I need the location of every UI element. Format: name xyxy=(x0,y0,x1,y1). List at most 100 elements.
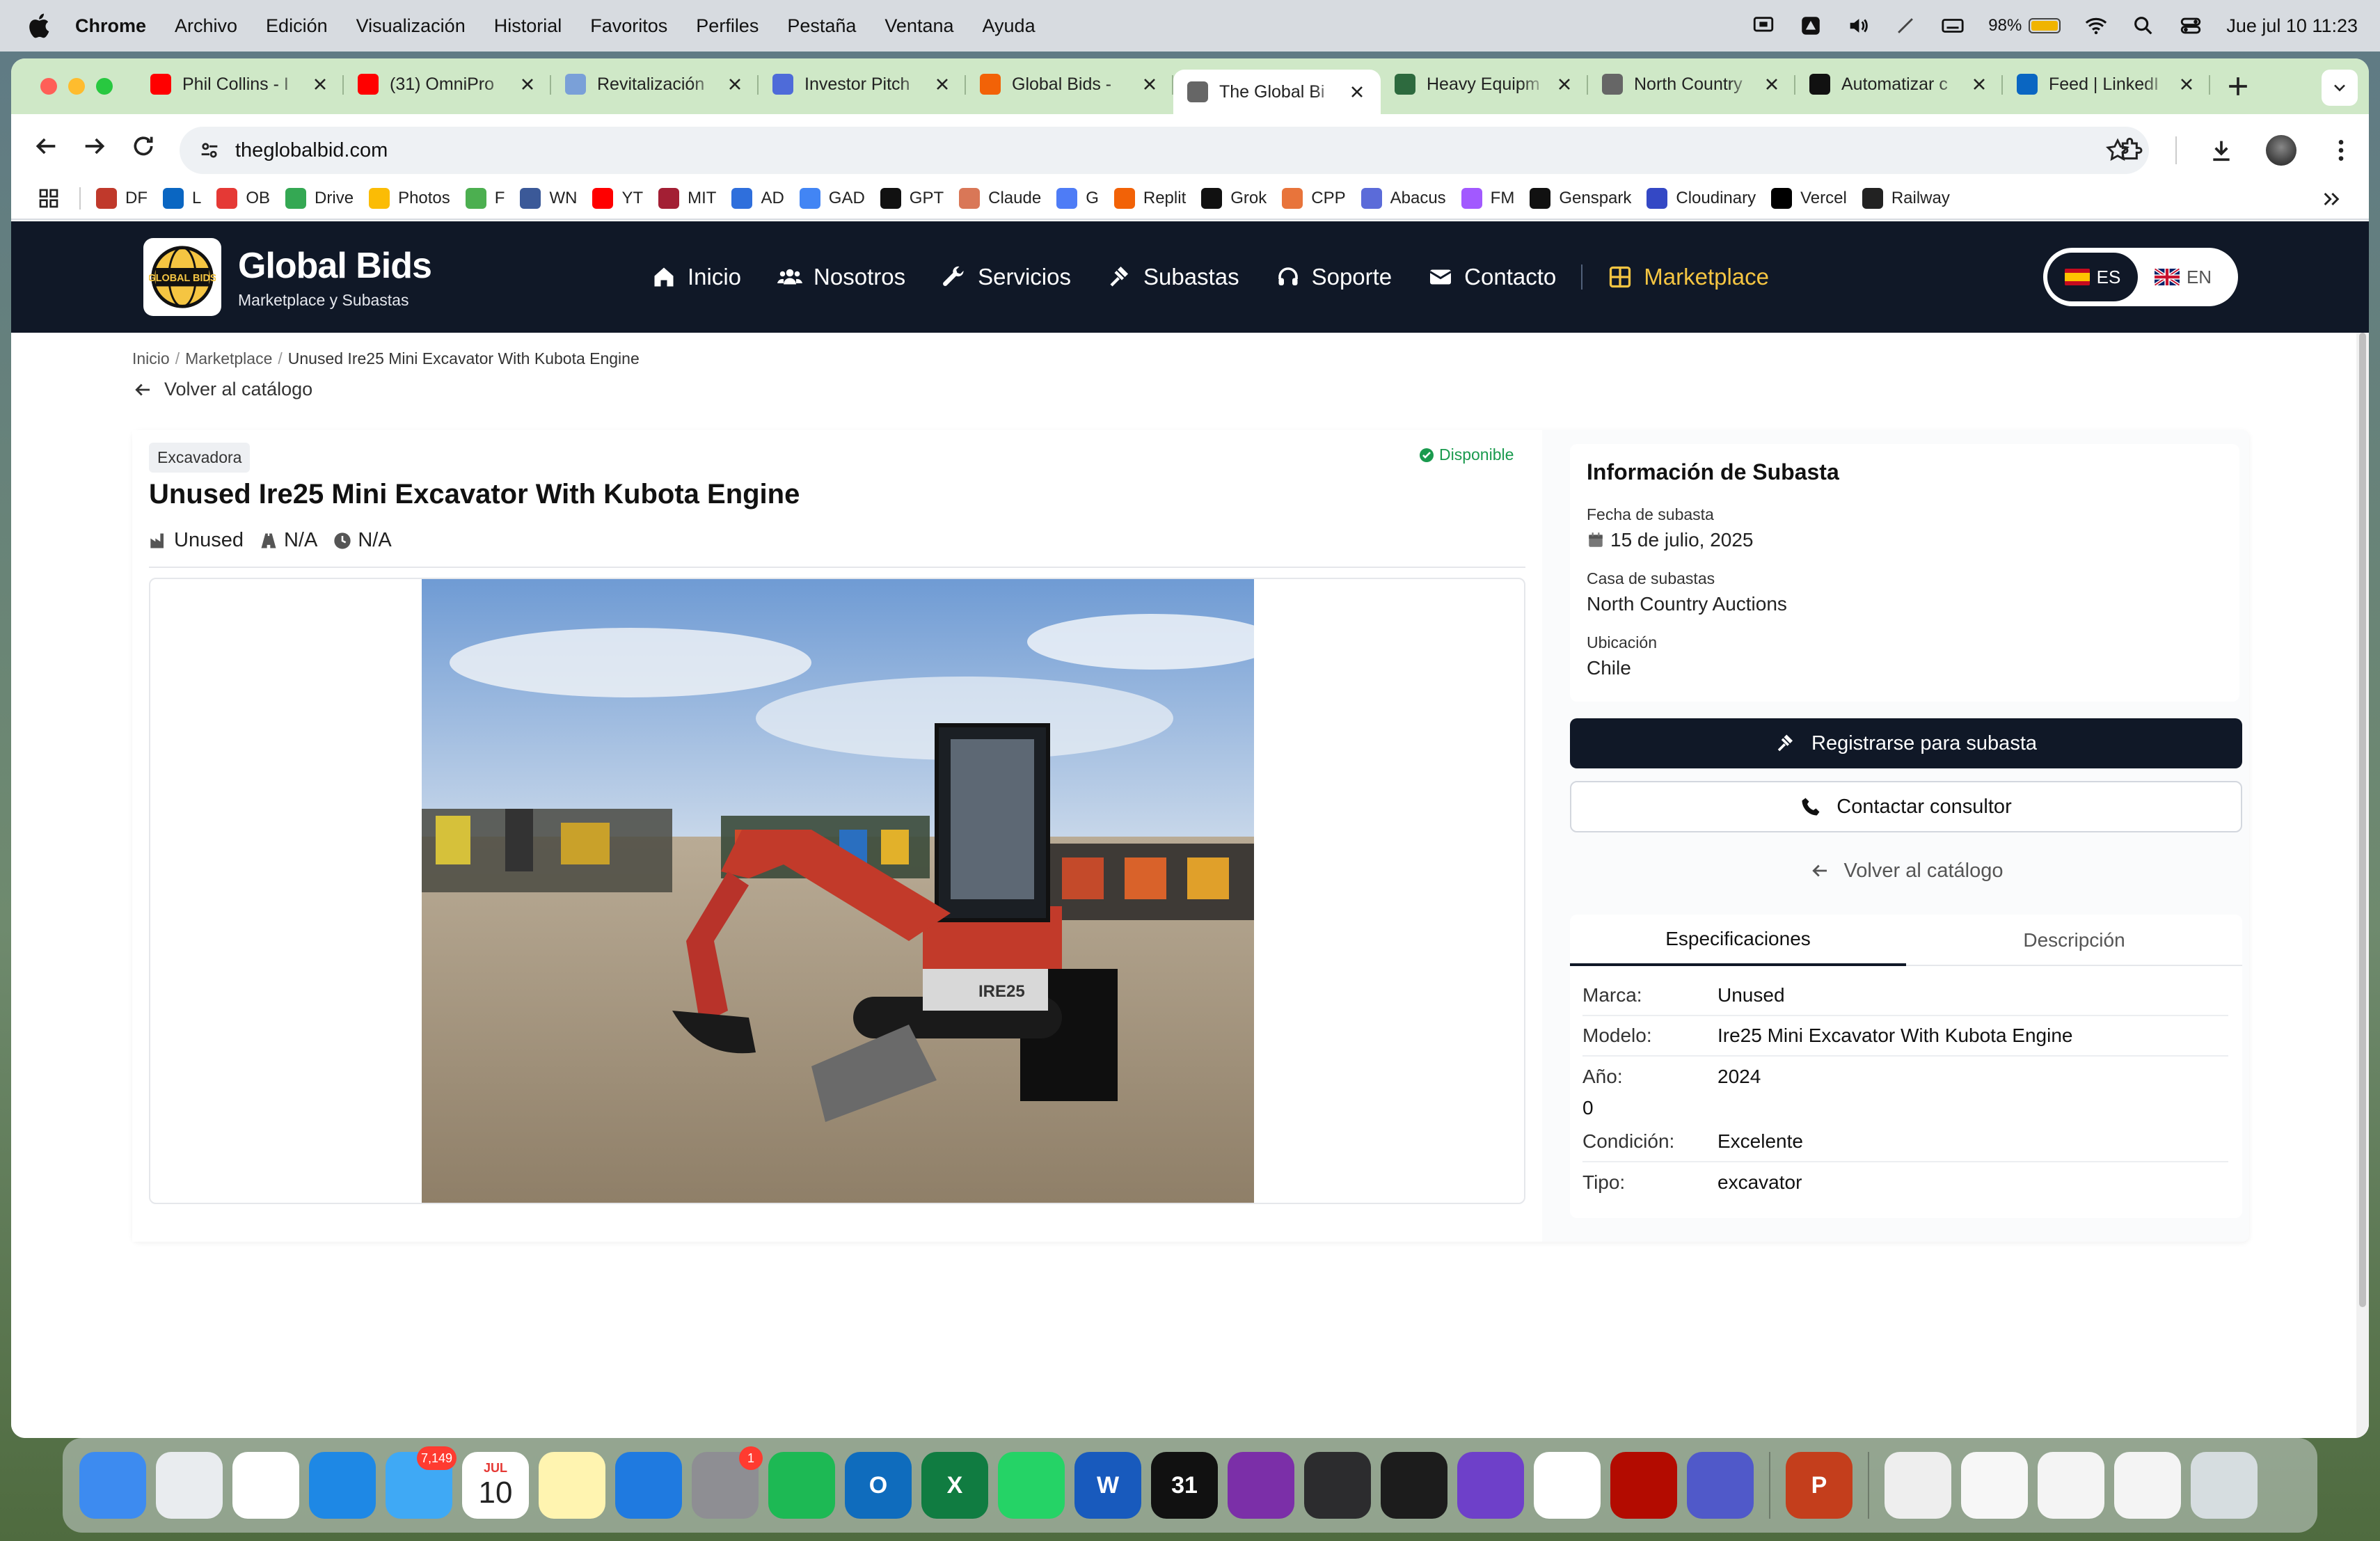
keyboard-icon[interactable] xyxy=(1941,14,1965,38)
dock-spotify-icon[interactable] xyxy=(768,1452,835,1519)
menu-ayuda[interactable]: Ayuda xyxy=(983,15,1036,37)
dock-launchpad-icon[interactable] xyxy=(156,1452,223,1519)
extensions-puzzle-icon[interactable] xyxy=(2117,136,2145,164)
dock-excel-icon[interactable]: X xyxy=(921,1452,988,1519)
nav-subastas[interactable]: Subastas xyxy=(1107,264,1239,290)
dock-settings-icon[interactable]: 1 xyxy=(692,1446,763,1519)
bookmark-item[interactable]: Photos xyxy=(369,188,450,209)
more-vertical-icon[interactable] xyxy=(2327,136,2355,164)
browser-tab[interactable]: Feed | LinkedI xyxy=(2003,64,2210,104)
nav-contacto[interactable]: Contacto xyxy=(1428,264,1556,290)
bookmark-item[interactable]: F xyxy=(465,188,505,209)
drive-sync-icon[interactable] xyxy=(1799,14,1823,38)
download-icon[interactable] xyxy=(2207,136,2235,164)
dock-iphone-mirroring-icon[interactable] xyxy=(1304,1452,1371,1519)
dock-trash-icon[interactable] xyxy=(2191,1452,2258,1519)
bookmark-item[interactable]: Genspark xyxy=(1530,188,1631,209)
dock-powerpoint-icon[interactable]: P xyxy=(1786,1452,1853,1519)
dock-doc-stack-icon[interactable] xyxy=(1885,1452,1951,1519)
bookmark-item[interactable]: GPT xyxy=(880,188,944,209)
close-tab-icon[interactable] xyxy=(1140,74,1159,94)
reload-icon[interactable] xyxy=(129,132,157,160)
control-center-icon[interactable] xyxy=(2179,14,2203,38)
excavator-photo[interactable]: IRE25 xyxy=(422,579,1254,1203)
menu-historial[interactable]: Historial xyxy=(494,15,562,37)
nav-inicio[interactable]: Inicio xyxy=(651,264,741,290)
menu-clock[interactable]: Jue jul 10 11:23 xyxy=(2226,15,2358,37)
bookmark-item[interactable]: Drive xyxy=(285,188,354,209)
minimize-window-button[interactable] xyxy=(68,78,85,95)
focus-off-icon[interactable] xyxy=(1894,14,1917,38)
bookmark-item[interactable]: FM xyxy=(1461,188,1514,209)
dock-whatsapp-icon[interactable] xyxy=(998,1452,1065,1519)
dock-calendar-icon[interactable]: JUL 10 xyxy=(462,1452,529,1519)
dock-safari-icon[interactable] xyxy=(309,1452,376,1519)
page-scrollbar[interactable] xyxy=(2356,333,2369,1438)
nav-nosotros[interactable]: Nosotros xyxy=(777,264,905,290)
menu-archivo[interactable]: Archivo xyxy=(175,15,237,37)
dock-acrobat-icon[interactable] xyxy=(1610,1452,1677,1519)
tab-especificaciones[interactable]: Especificaciones xyxy=(1570,915,1906,966)
bookmark-item[interactable]: Replit xyxy=(1113,188,1186,209)
lang-es-button[interactable]: ES xyxy=(2047,253,2138,301)
dock-pdf-file-icon[interactable] xyxy=(1961,1452,2028,1519)
menu-ventana[interactable]: Ventana xyxy=(884,15,953,37)
browser-tab[interactable]: Investor Pitch xyxy=(759,64,966,104)
contact-consultant-button[interactable]: Contactar consultor xyxy=(1570,781,2242,832)
dock-outlook-icon[interactable]: O xyxy=(845,1452,912,1519)
browser-tab[interactable]: Phil Collins - I xyxy=(136,64,344,104)
bookmark-item[interactable]: GAD xyxy=(799,188,865,209)
browser-tab[interactable]: Revitalización xyxy=(551,64,759,104)
address-bar[interactable]: theglobalbid.com xyxy=(180,127,2149,174)
register-auction-button[interactable]: Registrarse para subasta xyxy=(1570,718,2242,768)
nav-marketplace[interactable]: Marketplace xyxy=(1608,264,1769,290)
dock-fantastical-icon[interactable]: 31 xyxy=(1151,1452,1218,1519)
dock-teams-icon[interactable] xyxy=(1687,1452,1754,1519)
bookmark-item[interactable]: OB xyxy=(216,188,270,209)
screen-share-icon[interactable] xyxy=(1752,14,1775,38)
bookmark-item[interactable]: Grok xyxy=(1201,188,1267,209)
dock-vscode-icon[interactable] xyxy=(1534,1452,1601,1519)
browser-tab[interactable]: Heavy Equipm xyxy=(1381,64,1588,104)
dock-mail-window-1-icon[interactable] xyxy=(2038,1452,2104,1519)
dock-chrome-icon[interactable] xyxy=(232,1452,299,1519)
dock-mail-window-2-icon[interactable] xyxy=(2114,1452,2181,1519)
menu-favoritos[interactable]: Favoritos xyxy=(590,15,667,37)
close-tab-icon[interactable] xyxy=(1555,74,1574,94)
close-tab-icon[interactable] xyxy=(1347,82,1367,102)
volume-icon[interactable] xyxy=(1846,14,1870,38)
wifi-icon[interactable] xyxy=(2084,14,2108,38)
menu-perfiles[interactable]: Perfiles xyxy=(696,15,759,37)
scrollbar-thumb[interactable] xyxy=(2359,333,2366,1307)
url-text[interactable]: theglobalbid.com xyxy=(235,139,388,162)
back-to-catalog-button[interactable]: Volver al catálogo xyxy=(1570,845,2242,896)
bookmark-item[interactable]: YT xyxy=(592,188,643,209)
site-settings-icon[interactable] xyxy=(198,139,221,162)
dock-notes-icon[interactable] xyxy=(539,1452,605,1519)
dock-finder-icon[interactable] xyxy=(79,1452,146,1519)
nav-servicios[interactable]: Servicios xyxy=(942,264,1071,290)
back-arrow-icon[interactable] xyxy=(32,132,60,160)
menu-pestana[interactable]: Pestaña xyxy=(787,15,856,37)
lang-en-button[interactable]: EN xyxy=(2138,253,2228,301)
close-tab-icon[interactable] xyxy=(2177,74,2196,94)
close-window-button[interactable] xyxy=(40,78,57,95)
dock-keynote-icon[interactable] xyxy=(615,1452,682,1519)
spotlight-search-icon[interactable] xyxy=(2132,14,2155,38)
profile-avatar[interactable] xyxy=(2266,135,2296,166)
close-tab-icon[interactable] xyxy=(725,74,745,94)
forward-arrow-icon[interactable] xyxy=(81,132,109,160)
bookmark-item[interactable]: Vercel xyxy=(1771,188,1847,209)
dock-mail-icon[interactable]: 7,149 xyxy=(386,1446,457,1519)
double-chevron-right-icon[interactable] xyxy=(2320,188,2342,210)
back-to-catalog-link[interactable]: Volver al catálogo xyxy=(132,379,312,400)
battery-indicator[interactable]: 98% xyxy=(1988,16,2061,35)
bookmark-item[interactable]: L xyxy=(163,188,201,209)
nav-soporte[interactable]: Soporte xyxy=(1276,264,1392,290)
bookmark-item[interactable]: AD xyxy=(731,188,784,209)
new-tab-plus-icon[interactable] xyxy=(2223,71,2253,102)
browser-tab[interactable]: (31) OmniPro xyxy=(344,64,551,104)
browser-tab[interactable]: North Country xyxy=(1588,64,1795,104)
close-tab-icon[interactable] xyxy=(1969,74,1989,94)
browser-tab[interactable]: Automatizar c xyxy=(1795,64,2003,104)
